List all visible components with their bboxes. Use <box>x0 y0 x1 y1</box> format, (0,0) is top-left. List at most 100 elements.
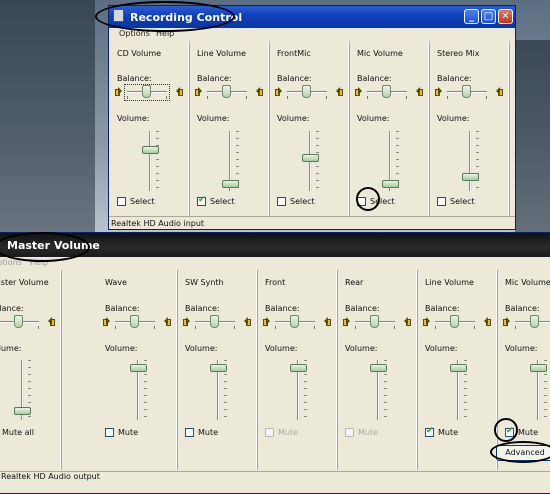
balance-slider[interactable] <box>530 315 539 328</box>
volume-slider[interactable] <box>130 364 147 373</box>
balance-label: Balance: <box>197 74 232 83</box>
speaker-right-icon <box>484 317 491 326</box>
status-text: Realtek HD Audio input <box>111 219 205 228</box>
balance-slider[interactable] <box>210 315 219 328</box>
speaker-left-icon <box>503 317 510 326</box>
speaker-left-icon <box>183 317 190 326</box>
speaker-right-icon <box>244 317 251 326</box>
checkbox-label: Select <box>450 197 475 206</box>
column-name: FrontMic <box>277 49 311 58</box>
speaker-left-icon <box>275 87 282 96</box>
maximize-button[interactable]: □ <box>481 9 496 24</box>
checkbox-label: Mute all <box>2 428 34 437</box>
balance-label: Balance: <box>437 74 472 83</box>
volume-label: Volume: <box>277 114 310 123</box>
mixer-column-wave: Wave Balance: Volume: Mute <box>97 270 177 470</box>
balance-slider[interactable] <box>302 85 311 98</box>
volume-slider[interactable] <box>142 145 159 154</box>
volume-label: Volume: <box>345 344 378 353</box>
volume-label: Volume: <box>117 114 150 123</box>
balance-label: Balance: <box>357 74 392 83</box>
volume-slider[interactable] <box>370 364 387 373</box>
balance-slider[interactable] <box>14 315 23 328</box>
select-checkbox[interactable] <box>437 197 446 206</box>
volume-slider[interactable] <box>462 172 479 181</box>
window-title: Recording Control <box>130 11 243 24</box>
master-volume-window: Master Volume Options Help Master Volume… <box>0 232 550 494</box>
volume-label: Volume: <box>357 114 390 123</box>
volume-slider[interactable] <box>302 154 319 163</box>
balance-slider[interactable] <box>290 315 299 328</box>
balance-label: Balance: <box>185 304 220 313</box>
balance-label: Balance: <box>265 304 300 313</box>
checkbox-label: Mute <box>358 428 379 437</box>
mixer-column-line-volume: Line Volume Balance: Volume: Mute <box>417 270 497 470</box>
balance-slider[interactable] <box>142 85 151 98</box>
mute-checkbox[interactable] <box>185 428 194 437</box>
minimize-button[interactable]: _ <box>464 9 479 24</box>
balance-slider[interactable] <box>370 315 379 328</box>
select-checkbox[interactable] <box>117 197 126 206</box>
balance-label: Balance: <box>345 304 380 313</box>
volume-track <box>469 131 472 191</box>
volume-slider[interactable] <box>222 180 239 189</box>
volume-slider[interactable] <box>382 180 399 189</box>
window-title: Master Volume <box>7 239 100 252</box>
menu-bar: Options Help <box>0 257 550 269</box>
column-name: CD Volume <box>117 49 162 58</box>
volume-slider[interactable] <box>450 364 467 373</box>
column-name: Mic Volume <box>357 49 403 58</box>
checkbox-label: Mute <box>518 428 539 437</box>
checkbox-label: Select <box>370 197 395 206</box>
mute-checkbox[interactable] <box>425 426 434 437</box>
speaker-left-icon <box>355 87 362 96</box>
select-checkbox[interactable] <box>197 195 206 206</box>
menu-options[interactable]: Options <box>0 258 22 267</box>
select-checkbox[interactable] <box>357 197 366 206</box>
column-name: Line Volume <box>425 278 474 287</box>
select-checkbox[interactable] <box>277 197 286 206</box>
balance-slider[interactable] <box>382 85 391 98</box>
speaker-right-icon <box>164 317 171 326</box>
mute-checkbox[interactable] <box>505 426 514 437</box>
speaker-right-icon <box>404 317 411 326</box>
mute-checkbox <box>345 428 354 437</box>
menu-help[interactable]: Help <box>30 258 48 267</box>
mixer-column-cd-volume: CD Volume Balance: Volume: Select <box>109 41 189 216</box>
balance-slider[interactable] <box>130 315 139 328</box>
speaker-left-icon <box>103 317 110 326</box>
mute-checkbox <box>265 428 274 437</box>
status-bar: Realtek HD Audio input <box>109 216 515 229</box>
volume-slider[interactable] <box>14 406 31 415</box>
volume-slider[interactable] <box>290 364 307 373</box>
mute-checkbox[interactable] <box>105 428 114 437</box>
volume-slider[interactable] <box>210 364 227 373</box>
mixer-column-master-volume: Master Volume Balance: Volume: Mute all <box>0 270 61 470</box>
speaker-right-icon <box>176 87 183 96</box>
speaker-left-icon <box>115 87 122 96</box>
mixer-column-rear: Rear Balance: Volume: Mute <box>337 270 417 470</box>
speaker-right-icon <box>496 87 503 96</box>
column-name: Front <box>265 278 286 287</box>
balance-slider[interactable] <box>462 85 471 98</box>
checkbox-label: Select <box>210 197 235 206</box>
balance-label: Balance: <box>505 304 540 313</box>
column-name: Rear <box>345 278 364 287</box>
checkbox-label: Select <box>130 197 155 206</box>
menu-options[interactable]: Options <box>119 29 150 38</box>
balance-slider[interactable] <box>222 85 231 98</box>
balance-slider[interactable] <box>450 315 459 328</box>
title-bar[interactable]: Master Volume <box>0 233 550 257</box>
volume-slider[interactable] <box>530 364 547 373</box>
title-bar[interactable]: Recording Control _ □ ✕ <box>109 6 515 28</box>
speaker-left-icon <box>343 317 350 326</box>
mixer-app-icon[interactable] <box>113 9 124 22</box>
speaker-left-icon <box>263 317 270 326</box>
menu-help[interactable]: Help <box>156 29 174 38</box>
checkbox-label: Mute <box>198 428 219 437</box>
advanced-button[interactable]: Advanced <box>496 445 550 461</box>
column-name: Line Volume <box>197 49 246 58</box>
close-button[interactable]: ✕ <box>498 9 513 24</box>
column-name: SW Synth <box>185 278 224 287</box>
speaker-right-icon <box>324 317 331 326</box>
